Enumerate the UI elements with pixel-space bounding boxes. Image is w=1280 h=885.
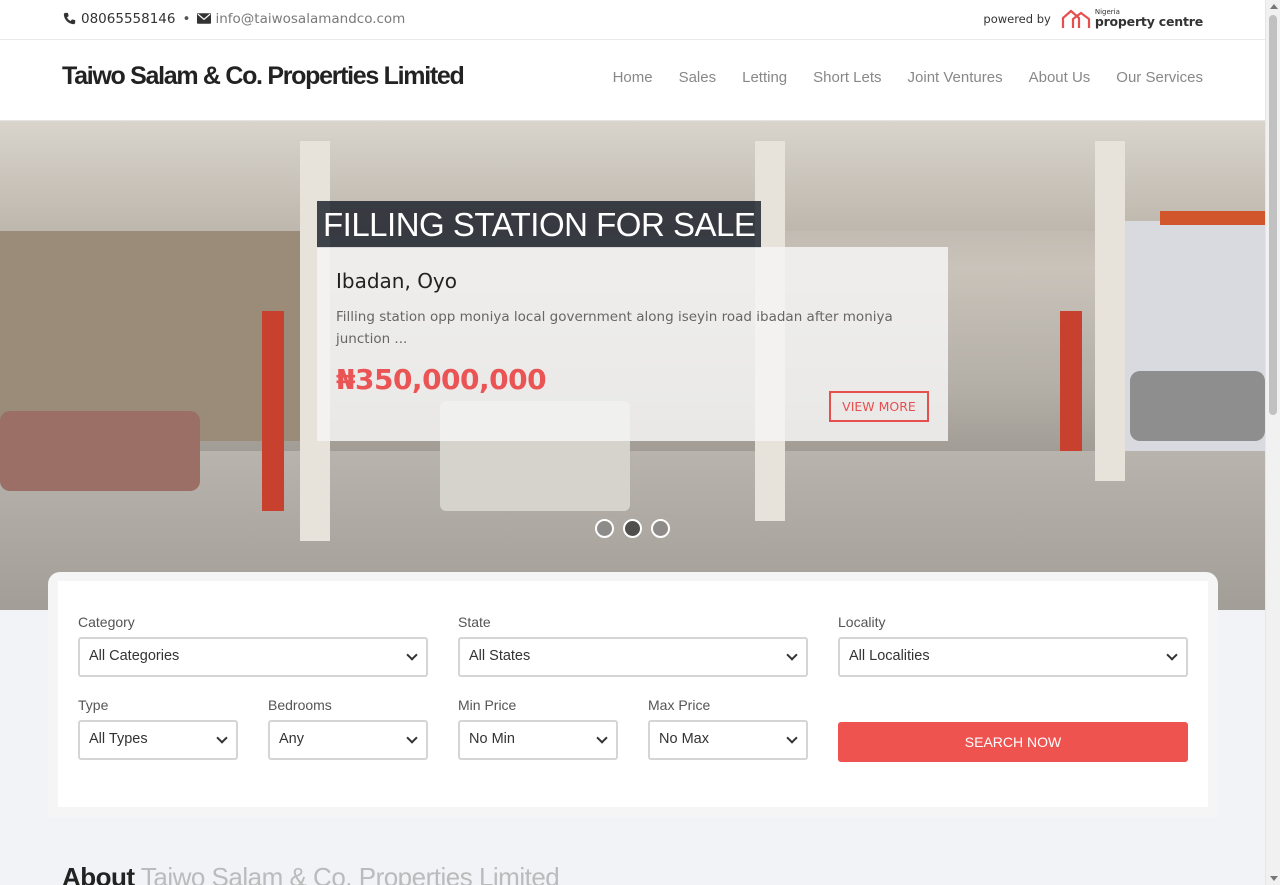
nav-sales[interactable]: Sales (679, 69, 717, 86)
partner-name: property centre (1094, 14, 1203, 30)
locality-value: All Localities (849, 648, 930, 664)
scroll-up-arrow-icon[interactable] (1270, 4, 1278, 9)
state-value: All States (469, 648, 531, 664)
nav-joint-ventures[interactable]: Joint Ventures (908, 69, 1003, 86)
category-value: All Categories (89, 648, 180, 664)
state-field: State All States (458, 614, 808, 677)
min-price-field: Min Price No Min (458, 697, 618, 760)
type-select[interactable]: All Types (78, 720, 238, 760)
view-more-button[interactable]: VIEW MORE (829, 391, 929, 422)
nav-our-services[interactable]: Our Services (1116, 69, 1203, 86)
envelope-icon (197, 12, 212, 26)
chevron-down-icon (786, 732, 798, 744)
chevron-down-icon (406, 732, 418, 744)
slide-caption: Ibadan, Oyo Filling station opp moniya l… (317, 247, 948, 441)
min-price-label: Min Price (458, 697, 517, 713)
about-heading-light: Taiwo Salam & Co. Properties Limited (140, 862, 560, 885)
about-heading: About Taiwo Salam & Co. Properties Limit… (62, 862, 560, 885)
locality-label: Locality (838, 614, 886, 630)
max-price-label: Max Price (648, 697, 711, 713)
slider-dot-1[interactable] (595, 519, 614, 538)
hero-image-car (1130, 371, 1265, 441)
phone-icon (63, 12, 77, 26)
max-price-select[interactable]: No Max (648, 720, 808, 760)
chevron-down-icon (1166, 649, 1178, 661)
slider-dot-3[interactable] (651, 519, 670, 538)
about-heading-bold: About (62, 862, 135, 885)
chevron-down-icon (406, 649, 418, 661)
max-price-field: Max Price No Max (648, 697, 808, 760)
category-field: Category All Categories (78, 614, 428, 677)
chevron-down-icon (216, 732, 228, 744)
type-label: Type (78, 697, 109, 713)
scroll-down-arrow-icon[interactable] (1270, 876, 1278, 881)
state-label: State (458, 614, 491, 630)
house-logo-icon (1061, 9, 1090, 28)
hero-image-pillar (1095, 141, 1125, 481)
site-header: Taiwo Salam & Co. Properties Limited Hom… (0, 40, 1265, 121)
top-bar: 08065558146 • info@taiwosalamandco.com p… (0, 0, 1265, 40)
slider-dots (595, 519, 679, 538)
hero-image-car (0, 411, 200, 491)
type-field: Type All Types (78, 697, 238, 760)
bedrooms-select[interactable]: Any (268, 720, 428, 760)
slide-price: ₦350,000,000 (336, 363, 547, 396)
hero-image-stripe (1160, 211, 1265, 225)
slide-title[interactable]: FILLING STATION FOR SALE (317, 201, 762, 248)
state-select[interactable]: All States (458, 637, 808, 677)
max-price-value: No Max (659, 731, 709, 747)
powered-by[interactable]: powered by Nigeria property centre (983, 9, 1203, 29)
powered-by-label: powered by (983, 12, 1051, 26)
slide-description: Filling station opp moniya local governm… (336, 309, 893, 347)
contact-info: 08065558146 • info@taiwosalamandco.com (63, 11, 405, 27)
separator: • (182, 11, 191, 27)
type-value: All Types (89, 731, 148, 747)
locality-field: Locality All Localities (838, 614, 1188, 677)
scrollbar-thumb[interactable] (1269, 15, 1277, 415)
phone-number[interactable]: 08065558146 (81, 11, 175, 27)
property-centre-logo[interactable]: Nigeria property centre (1061, 9, 1203, 29)
brand-title[interactable]: Taiwo Salam & Co. Properties Limited (62, 62, 465, 91)
page-scrollbar[interactable] (1265, 0, 1280, 885)
slider-dot-2[interactable] (623, 519, 642, 538)
slide-location: Ibadan, Oyo (336, 269, 458, 293)
hero-image-pump (1060, 311, 1082, 451)
email-link[interactable]: info@taiwosalamandco.com (215, 11, 405, 27)
chevron-down-icon (786, 649, 798, 661)
category-select[interactable]: All Categories (78, 637, 428, 677)
bedrooms-label: Bedrooms (268, 697, 332, 713)
nav-about-us[interactable]: About Us (1029, 69, 1091, 86)
search-now-button[interactable]: SEARCH NOW (838, 722, 1188, 762)
min-price-value: No Min (469, 731, 515, 747)
nav-home[interactable]: Home (613, 69, 653, 86)
min-price-select[interactable]: No Min (458, 720, 618, 760)
hero-image-pump (262, 311, 284, 511)
nav-short-lets[interactable]: Short Lets (813, 69, 881, 86)
category-label: Category (78, 614, 135, 630)
main-nav: Home Sales Letting Short Lets Joint Vent… (587, 69, 1203, 86)
hero-image-building (0, 231, 300, 441)
nav-letting[interactable]: Letting (742, 69, 787, 86)
bedrooms-field: Bedrooms Any (268, 697, 428, 760)
bedrooms-value: Any (279, 731, 304, 747)
locality-select[interactable]: All Localities (838, 637, 1188, 677)
chevron-down-icon (596, 732, 608, 744)
